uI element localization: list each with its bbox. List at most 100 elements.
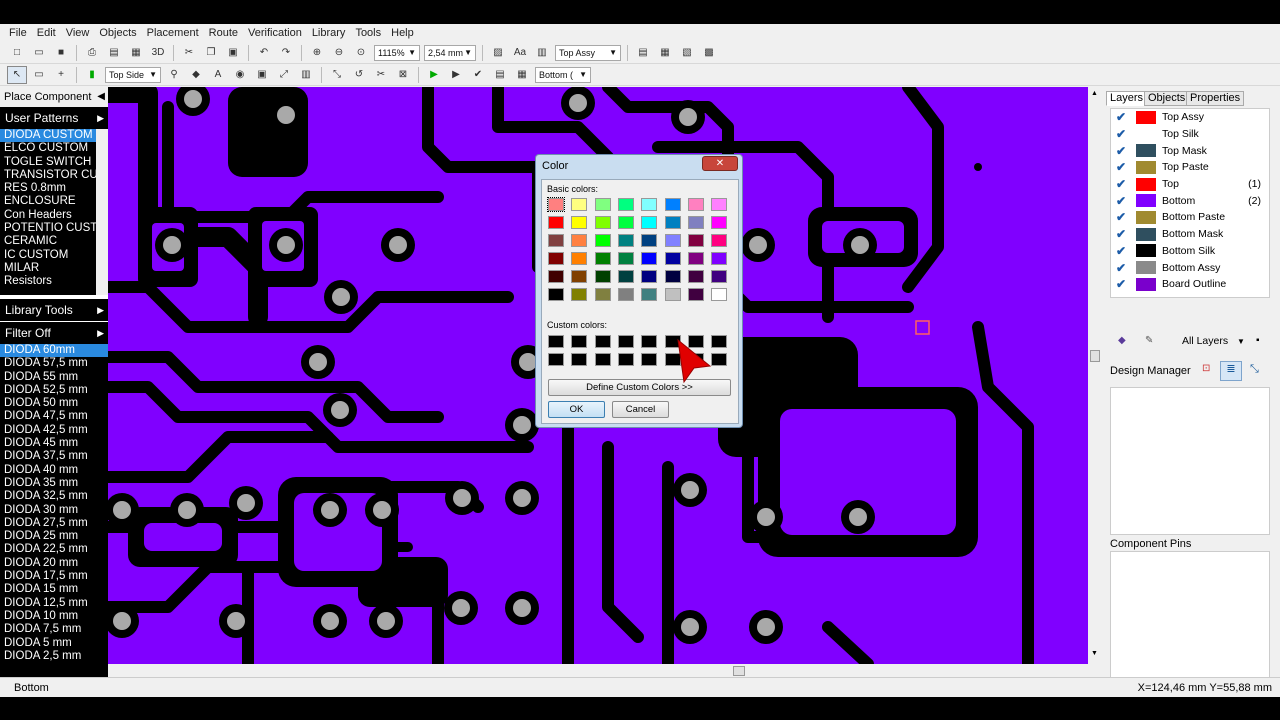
- basic-color-swatch[interactable]: [711, 288, 728, 301]
- undo-icon[interactable]: ↶: [254, 44, 274, 62]
- basic-color-swatch[interactable]: [617, 288, 634, 301]
- layer-filter-select[interactable]: All Layers ▼: [1182, 335, 1245, 347]
- custom-color-swatch[interactable]: [711, 353, 728, 366]
- select-arrow-icon[interactable]: ↖: [7, 65, 27, 84]
- layer-options-icon[interactable]: ▪: [1256, 335, 1260, 346]
- autoroute-icon[interactable]: ▶: [446, 66, 466, 84]
- basic-color-swatch[interactable]: [548, 234, 564, 247]
- basic-color-swatch[interactable]: [594, 252, 611, 265]
- basic-color-swatch[interactable]: [548, 216, 564, 229]
- basic-color-swatch[interactable]: [548, 288, 564, 301]
- reroute-icon[interactable]: ↺: [349, 66, 369, 84]
- basic-color-swatch[interactable]: [547, 197, 565, 212]
- pattern-list-item[interactable]: ENCLOSURE: [0, 195, 108, 208]
- layer-visible-checkbox[interactable]: ✔: [1116, 261, 1130, 275]
- component-list-item[interactable]: DIODA 40 mm: [0, 464, 108, 477]
- basic-color-swatch[interactable]: [711, 198, 728, 211]
- binoculars-icon[interactable]: ⚲: [164, 66, 184, 84]
- zoom-in-icon[interactable]: ⊕: [307, 44, 327, 62]
- component-list-item[interactable]: DIODA 60mm: [0, 344, 108, 358]
- cancel-button[interactable]: Cancel: [612, 401, 669, 418]
- place-component-header[interactable]: Place Component ◀: [0, 87, 108, 107]
- select-area-icon[interactable]: ▭: [29, 66, 49, 84]
- basic-color-swatch[interactable]: [687, 234, 704, 247]
- collapse-arrow-icon[interactable]: ◀: [97, 87, 105, 107]
- layer-visible-checkbox[interactable]: ✔: [1116, 277, 1130, 291]
- pattern-list-item[interactable]: TOGLE SWITCH: [0, 156, 108, 169]
- pad-icon[interactable]: ◉: [230, 66, 250, 84]
- menu-item-edit[interactable]: Edit: [32, 27, 61, 39]
- layer-visible-checkbox[interactable]: ✔: [1116, 160, 1130, 174]
- print-preview-icon[interactable]: ▤: [104, 44, 124, 62]
- pattern-list-item[interactable]: POTENTIO CUST: [0, 222, 108, 235]
- zoom-select[interactable]: 1115% ▼: [374, 44, 420, 61]
- layer-row[interactable]: ✔ Top Mask: [1111, 142, 1269, 159]
- basic-color-swatch[interactable]: [617, 234, 634, 247]
- library-tools-header[interactable]: Library Tools ▶: [0, 299, 108, 321]
- cut-icon[interactable]: ✂: [179, 44, 199, 62]
- basic-color-swatch[interactable]: [687, 198, 704, 211]
- layer-visible-checkbox[interactable]: ✔: [1116, 127, 1130, 141]
- text-tool-icon[interactable]: A: [208, 66, 228, 84]
- text-icon[interactable]: Aa: [510, 44, 530, 62]
- vertical-scrollbar[interactable]: ▲ ▼: [1088, 87, 1102, 664]
- design-manager-tool-icon[interactable]: ⊡: [1202, 363, 1210, 374]
- horizontal-scrollbar[interactable]: [108, 664, 1088, 678]
- basic-color-swatch[interactable]: [548, 252, 564, 265]
- component-list-item[interactable]: DIODA 52,5 mm: [0, 384, 108, 397]
- pattern-list-item[interactable]: TRANSISTOR CU: [0, 169, 108, 182]
- split-trace-icon[interactable]: ✂: [371, 66, 391, 84]
- component-list-item[interactable]: DIODA 17,5 mm: [0, 570, 108, 583]
- zoom-out-icon[interactable]: ⊖: [329, 44, 349, 62]
- tab-properties[interactable]: Properties: [1186, 91, 1245, 106]
- layer-visible-checkbox[interactable]: ✔: [1116, 244, 1130, 258]
- layer-row[interactable]: ✔ Bottom Silk: [1111, 243, 1269, 260]
- component-list-item[interactable]: DIODA 27,5 mm: [0, 517, 108, 530]
- component-list-item[interactable]: DIODA 15 mm: [0, 583, 108, 596]
- layer-color-swatch[interactable]: [1136, 227, 1156, 241]
- menu-item-file[interactable]: File: [4, 27, 32, 39]
- basic-color-swatch[interactable]: [711, 234, 728, 247]
- custom-color-swatch[interactable]: [594, 353, 611, 366]
- component-list-item[interactable]: DIODA 50 mm: [0, 397, 108, 410]
- export-icon[interactable]: ▦: [126, 44, 146, 62]
- component-list-item[interactable]: DIODA 55 mm: [0, 371, 108, 384]
- layer-visible-checkbox[interactable]: ✔: [1116, 144, 1130, 158]
- layer-color-swatch[interactable]: [1136, 277, 1156, 291]
- line-icon[interactable]: ⤢: [274, 66, 294, 84]
- layer-color-icon[interactable]: ◆: [1118, 335, 1126, 346]
- tab-layers[interactable]: Layers: [1106, 91, 1148, 106]
- basic-color-swatch[interactable]: [594, 198, 611, 211]
- layer-row[interactable]: ✔ Top Silk: [1111, 126, 1269, 143]
- basic-color-swatch[interactable]: [594, 288, 611, 301]
- custom-color-swatch[interactable]: [548, 353, 564, 366]
- basic-color-swatch[interactable]: [664, 198, 681, 211]
- component-list-item[interactable]: DIODA 20 mm: [0, 557, 108, 570]
- menu-item-objects[interactable]: Objects: [94, 27, 141, 39]
- pattern-list-item[interactable]: Con Headers: [0, 209, 108, 222]
- layer-row[interactable]: ✔ Board Outline: [1111, 276, 1269, 293]
- grid-icon[interactable]: ▥: [296, 66, 316, 84]
- layer-stack-icon[interactable]: ▦: [512, 66, 532, 84]
- pattern-list-item[interactable]: MILAR: [0, 262, 108, 275]
- custom-color-swatch[interactable]: [594, 335, 611, 348]
- menu-item-view[interactable]: View: [61, 27, 95, 39]
- component-list-item[interactable]: DIODA 10 mm: [0, 610, 108, 623]
- pattern-list-item[interactable]: IC CUSTOM: [0, 249, 108, 262]
- basic-color-swatch[interactable]: [617, 216, 634, 229]
- layer-row[interactable]: ✔ Bottom Mask: [1111, 226, 1269, 243]
- component-list-item[interactable]: DIODA 47,5 mm: [0, 410, 108, 423]
- basic-color-swatch[interactable]: [641, 252, 658, 265]
- layer-visible-checkbox[interactable]: ✔: [1116, 194, 1130, 208]
- basic-color-swatch[interactable]: [664, 252, 681, 265]
- design-manager-route-icon[interactable]: ⤡: [1250, 363, 1259, 376]
- component-list-item[interactable]: DIODA 35 mm: [0, 477, 108, 490]
- layer-visible-checkbox[interactable]: ✔: [1116, 110, 1130, 124]
- ok-button[interactable]: OK: [548, 401, 605, 418]
- basic-color-swatch[interactable]: [571, 270, 588, 283]
- layer-row[interactable]: ✔ Bottom (2): [1111, 192, 1269, 209]
- pattern-list-item[interactable]: CERAMIC: [0, 235, 108, 248]
- zoom-fit-icon[interactable]: ⊙: [351, 44, 371, 62]
- layer-icon[interactable]: ▥: [532, 44, 552, 62]
- basic-color-swatch[interactable]: [617, 252, 634, 265]
